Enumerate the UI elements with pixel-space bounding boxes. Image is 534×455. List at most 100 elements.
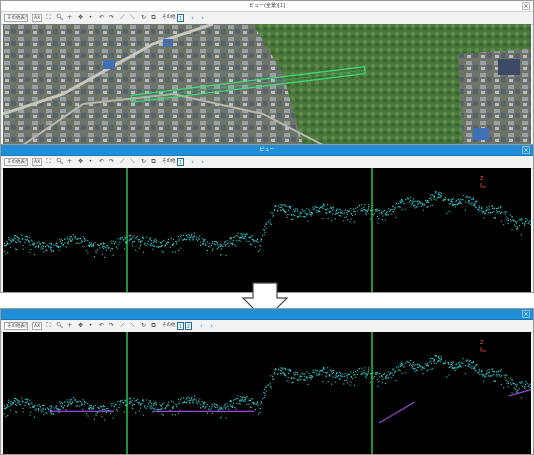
ground-point [524,390,527,392]
point [529,383,531,385]
bottom-page-2[interactable]: 2 [185,322,192,330]
point [199,235,201,237]
mid-view-select-2[interactable]: AX [32,158,42,166]
redo-icon[interactable]: ↷ [108,14,115,22]
line-icon[interactable]: ⟋ [119,158,126,166]
point [239,400,241,403]
ground-point [172,410,175,412]
point [103,247,105,250]
mid-view-select[interactable]: その他表示 [4,158,28,166]
point [244,238,246,240]
point [339,212,342,214]
frame-icon[interactable]: ⧉ [150,158,157,166]
crosshair-icon[interactable]: + [66,14,73,22]
crosshair-icon[interactable]: + [66,322,73,330]
point [69,236,71,238]
point [172,407,174,409]
bottom-close-button[interactable]: × [522,310,530,318]
fit-icon[interactable]: ⛶ [45,322,52,330]
point [67,242,69,244]
bottom-page-1[interactable]: 1 [177,322,184,330]
measure-icon[interactable]: ⟍ [129,158,136,166]
mid-page-1[interactable]: 1 [177,158,184,166]
mid-close-button[interactable]: × [522,146,530,154]
section-canvas-before[interactable]: Z [3,168,531,292]
bottom-view-select-2[interactable]: AX [32,322,42,330]
bottom-view-select[interactable]: その他表示 [4,322,28,330]
point [82,399,84,401]
ground-point [52,410,55,412]
point [29,236,31,239]
search-icon[interactable]: 🔍︎ [56,158,64,166]
point [31,240,33,242]
bottom-next-button[interactable]: › [208,322,215,330]
point [252,398,254,400]
point [356,369,359,372]
section-canvas-after[interactable]: Z [3,332,531,454]
rotate-icon[interactable]: ↻ [140,322,147,330]
top-view-select-2[interactable]: AX [32,14,42,22]
point [230,400,232,403]
pan-icon[interactable]: ✥ [77,14,84,22]
measure-icon[interactable]: ⟍ [129,14,136,22]
point [355,376,357,378]
rotate-icon[interactable]: ↻ [140,158,147,166]
point [328,211,330,213]
point [202,403,204,405]
pan-icon[interactable]: ✥ [77,158,84,166]
frame-icon[interactable]: ⧉ [150,322,157,330]
bottom-prev-button[interactable]: ‹ [198,322,205,330]
point [322,207,324,210]
point [497,211,499,213]
crosshair-icon[interactable]: + [66,158,73,166]
top-view-select[interactable]: その他表示 [4,14,28,22]
line-icon[interactable]: ⟋ [119,14,126,22]
redo-icon[interactable]: ↷ [108,322,115,330]
ground-point [78,410,80,412]
point [84,403,86,405]
top-prev-button[interactable]: ‹ [189,14,196,22]
mid-prev-button[interactable]: ‹ [189,158,196,166]
point [169,246,171,248]
point [486,370,488,372]
redo-icon[interactable]: ↷ [108,158,115,166]
aerial-map[interactable] [3,24,531,145]
dot-icon[interactable]: • [87,158,94,166]
undo-icon[interactable]: ↶ [98,322,105,330]
point [407,361,409,363]
fit-icon[interactable]: ⛶ [45,158,52,166]
search-icon[interactable]: 🔍︎ [56,14,64,22]
point [84,402,86,404]
point [211,242,213,244]
top-close-button[interactable]: × [522,2,530,10]
point [340,212,343,214]
point [294,378,296,380]
measure-icon[interactable]: ⟍ [129,322,136,330]
point [381,211,383,213]
pan-icon[interactable]: ✥ [77,322,84,330]
frame-icon[interactable]: ⧉ [150,14,157,22]
point [232,240,234,242]
point [26,238,28,240]
point [411,204,413,206]
point [119,404,121,406]
line-icon[interactable]: ⟋ [119,322,126,330]
search-icon[interactable]: 🔍︎ [56,322,64,330]
undo-icon[interactable]: ↶ [98,158,105,166]
point [142,251,145,253]
dot-icon[interactable]: • [87,322,94,330]
top-next-button[interactable]: › [199,14,206,22]
point [435,363,437,365]
point [352,208,355,210]
rotate-icon[interactable]: ↻ [140,14,147,22]
ground-point [518,392,520,394]
fit-icon[interactable]: ⛶ [45,14,52,22]
mid-next-button[interactable]: › [199,158,206,166]
point [58,249,60,251]
point [270,375,272,377]
dot-icon[interactable]: • [87,14,94,22]
point [398,369,400,371]
undo-icon[interactable]: ↶ [98,14,105,22]
point [208,243,211,245]
top-page-1[interactable]: 1 [177,14,184,22]
